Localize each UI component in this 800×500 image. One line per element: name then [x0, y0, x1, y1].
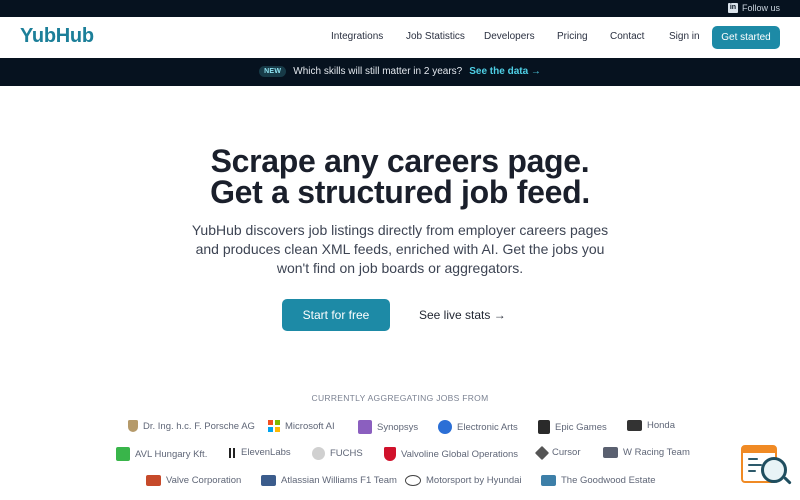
company-name: Atlassian Williams F1 Team [281, 475, 397, 486]
nav-link-job-statistics[interactable]: Job Statistics [406, 31, 465, 42]
company-logo-electronic-arts: Electronic Arts [438, 420, 518, 434]
company-logo-fuchs: FUCHS [312, 447, 363, 460]
hero-title-line-1: Scrape any careers page. [210, 143, 590, 179]
follow-us-label: Follow us [741, 3, 780, 13]
see-live-stats-link[interactable]: See live stats → [419, 308, 506, 322]
hyundai-icon [405, 475, 421, 486]
valve-icon [146, 475, 161, 486]
company-name: W Racing Team [623, 447, 690, 458]
w-racing-icon [603, 447, 618, 458]
fuchs-icon [312, 447, 325, 460]
hero-subtitle: YubHub discovers job listings directly f… [191, 222, 609, 276]
company-logo-honda: Honda [627, 420, 675, 431]
company-logo-atlassian-williams: Atlassian Williams F1 Team [261, 475, 397, 486]
goodwood-icon [541, 475, 556, 486]
porsche-icon [128, 420, 138, 432]
company-logo-cursor: Cursor [534, 445, 581, 460]
company-logo-w-racing-team: W Racing Team [603, 447, 690, 458]
new-badge: NEW [259, 66, 287, 77]
company-name: Microsoft AI [285, 420, 335, 432]
cursor-icon [534, 445, 550, 460]
company-logo-avl-hungary: AVL Hungary Kft. [116, 447, 207, 461]
elevenlabs-icon [228, 447, 236, 458]
company-logo-microsoft-ai: Microsoft AI [268, 420, 335, 432]
company-name: Motorsport by Hyundai [426, 475, 522, 486]
company-name: Dr. Ing. h.c. F. Porsche AG [143, 420, 255, 432]
company-logo-epic-games: Epic Games [538, 420, 607, 434]
main-nav: YubHub Integrations Job Statistics Devel… [0, 17, 800, 58]
company-name: Epic Games [555, 421, 607, 433]
company-name: Valvoline Global Operations [401, 448, 519, 460]
honda-icon [627, 420, 642, 431]
atlassian-williams-icon [261, 475, 276, 486]
hero-title: Scrape any careers page. Get a structure… [0, 143, 800, 210]
nav-link-sign-in[interactable]: Sign in [669, 31, 700, 42]
company-name: Valve Corporation [166, 475, 242, 486]
company-logo-hyundai: Motorsport by Hyundai [405, 475, 522, 486]
microsoft-icon [268, 420, 280, 432]
nav-link-integrations[interactable]: Integrations [331, 31, 383, 42]
company-logo-valve: Valve Corporation [146, 475, 241, 486]
top-bar: in Follow us [0, 0, 800, 17]
company-name: Electronic Arts [457, 421, 518, 433]
hero-title-line-2: Get a structured job feed. [210, 174, 590, 210]
company-name: Synopsys [377, 421, 419, 433]
avl-icon [116, 447, 130, 461]
see-data-link[interactable]: See the data → [469, 66, 541, 77]
company-logo-goodwood: The Goodwood Estate [541, 475, 656, 486]
company-logo-elevenlabs: ElevenLabs [228, 447, 291, 458]
announcement-text: Which skills will still matter in 2 year… [293, 66, 463, 77]
company-logo-porsche: Dr. Ing. h.c. F. Porsche AG [128, 420, 255, 432]
ea-icon [438, 420, 452, 434]
company-name: ElevenLabs [241, 447, 291, 458]
company-name: FUCHS [330, 448, 363, 459]
company-logo-valvoline: Valvoline Global Operations [384, 447, 518, 461]
epic-games-icon [538, 420, 550, 434]
search-docs-widget[interactable] [741, 443, 792, 487]
company-name: Cursor [552, 447, 581, 458]
announcement-bar: NEW Which skills will still matter in 2 … [0, 58, 800, 86]
start-for-free-button[interactable]: Start for free [282, 299, 390, 331]
nav-link-developers[interactable]: Developers [484, 31, 535, 42]
linkedin-icon: in [727, 3, 738, 13]
synopsys-icon [358, 420, 372, 434]
company-name: AVL Hungary Kft. [135, 448, 208, 460]
company-name: The Goodwood Estate [561, 475, 656, 486]
nav-link-pricing[interactable]: Pricing [557, 31, 588, 42]
valvoline-icon [384, 447, 396, 461]
nav-link-contact[interactable]: Contact [610, 31, 644, 42]
aggregating-heading: CURRENTLY AGGREGATING JOBS FROM [311, 393, 489, 403]
company-logo-synopsys: Synopsys [358, 420, 418, 434]
company-name: Honda [647, 420, 675, 431]
nav-links: Integrations Job Statistics Developers P… [0, 31, 800, 47]
get-started-button[interactable]: Get started [712, 26, 780, 49]
follow-us-link[interactable]: in Follow us [727, 3, 780, 13]
